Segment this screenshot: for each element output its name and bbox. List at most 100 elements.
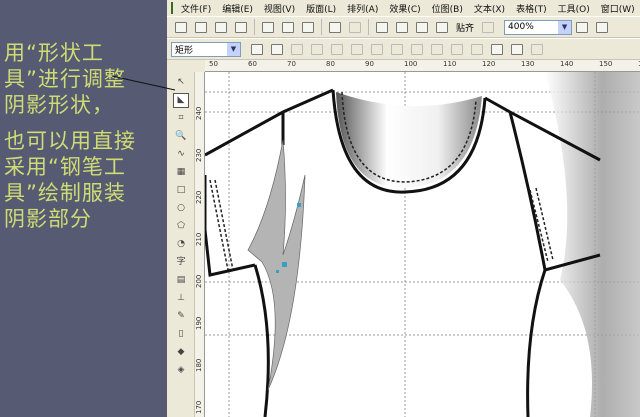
shape-type-value: 矩形	[175, 45, 194, 56]
add-node-icon[interactable]	[251, 43, 263, 55]
divider	[321, 19, 322, 35]
ruler-tick-label: 220	[195, 190, 203, 204]
zoom-level-value: 400%	[508, 22, 534, 32]
zoom-out-icon[interactable]	[596, 21, 609, 33]
ruler-tick-label: 130	[521, 60, 535, 68]
text-tool-icon[interactable]: 字	[173, 255, 189, 270]
menu-view[interactable]: 视图(V)	[264, 2, 295, 15]
symmetrical-node-icon[interactable]	[411, 43, 423, 55]
to-line-icon[interactable]	[331, 43, 343, 55]
standard-toolbar: 贴齐 400% ▼	[167, 16, 640, 38]
ruler-tick-label: 140	[560, 60, 574, 68]
smooth-node-icon[interactable]	[391, 43, 403, 55]
eyedropper-tool-icon[interactable]: ✎	[173, 309, 189, 324]
shape-type-select[interactable]: 矩形 ▼	[171, 41, 241, 57]
ruler-tick-label: 240	[195, 106, 203, 120]
drawing-canvas[interactable]	[205, 72, 640, 417]
ruler-tick-label: 210	[195, 232, 203, 246]
ruler-tick-label: 100	[404, 60, 418, 68]
polygon-tool-icon[interactable]: ⬠	[173, 219, 189, 234]
menu-bar: 文件(F) 编辑(E) 视图(V) 版面(L) 排列(A) 效果(C) 位图(B…	[167, 0, 640, 16]
basic-shapes-tool-icon[interactable]: ◔	[173, 237, 189, 252]
import-icon[interactable]	[376, 21, 388, 33]
menu-text[interactable]: 文本(X)	[474, 2, 505, 15]
freehand-tool-icon[interactable]: ∿	[173, 147, 189, 162]
fabric-image	[545, 72, 640, 417]
smart-fill-tool-icon[interactable]: ▦	[173, 165, 189, 180]
open-icon[interactable]	[195, 21, 207, 33]
menu-bitmaps[interactable]: 位图(B)	[432, 2, 463, 15]
ruler-tick-label: 80	[326, 60, 335, 68]
pick-tool-icon[interactable]: ↖	[173, 75, 189, 90]
cusp-node-icon[interactable]	[371, 43, 383, 55]
ruler-tick-label: 70	[287, 60, 296, 68]
table-tool-icon[interactable]: ▤	[173, 273, 189, 288]
zoom-level-select[interactable]: 400% ▼	[504, 19, 573, 35]
app-logo-icon	[171, 2, 173, 14]
menu-arrange[interactable]: 排列(A)	[347, 2, 378, 15]
ruler-tick-label: 180	[195, 358, 203, 372]
toolbox: ↖ ◣ ⌗ 🔍 ∿ ▦ □ ○ ⬠ ◔ 字 ▤ ⊥ ✎ ▯ ◆ ◈	[167, 72, 195, 417]
welcome-screen-icon[interactable]	[436, 21, 448, 33]
export-icon[interactable]	[396, 21, 408, 33]
application-launcher-icon[interactable]	[416, 21, 428, 33]
menu-edit[interactable]: 编辑(E)	[222, 2, 253, 15]
ruler-tick-label: 90	[365, 60, 374, 68]
rectangle-tool-icon[interactable]: □	[173, 183, 189, 198]
menu-window[interactable]: 窗口(W)	[601, 2, 635, 15]
chevron-down-icon[interactable]: ▼	[227, 42, 240, 56]
menu-table[interactable]: 表格(T)	[516, 2, 547, 15]
zoom-tool-icon[interactable]: 🔍	[173, 129, 189, 144]
dimension-tool-icon[interactable]: ⊥	[173, 291, 189, 306]
save-icon[interactable]	[215, 21, 227, 33]
undo-icon[interactable]	[329, 21, 341, 33]
ruler-tick-label: 200	[195, 274, 203, 288]
zoom-in-icon[interactable]	[576, 21, 589, 33]
rotate-nodes-icon[interactable]	[511, 43, 523, 55]
new-icon[interactable]	[175, 21, 187, 33]
options-icon[interactable]	[482, 21, 495, 33]
print-icon[interactable]	[235, 21, 247, 33]
tshirt-drawing	[205, 72, 640, 417]
fill-tool-icon[interactable]: ◆	[173, 345, 189, 360]
extract-subpath-icon[interactable]	[471, 43, 483, 55]
menu-layout[interactable]: 版面(L)	[306, 2, 336, 15]
join-nodes-icon[interactable]	[291, 43, 303, 55]
to-curve-icon[interactable]	[351, 43, 363, 55]
instruction-note-shape-tool: 用“形状工具”进行调整阴影形状，	[4, 41, 126, 117]
ruler-tick-label: 170	[195, 400, 203, 414]
interactive-fill-tool-icon[interactable]: ◈	[173, 363, 189, 378]
menu-effects[interactable]: 效果(C)	[389, 2, 420, 15]
redo-icon[interactable]	[349, 21, 361, 33]
crop-tool-icon[interactable]: ⌗	[173, 111, 189, 126]
ruler-tick-label: 150	[599, 60, 613, 68]
ellipse-tool-icon[interactable]: ○	[173, 201, 189, 216]
break-curve-icon[interactable]	[311, 43, 323, 55]
cut-icon[interactable]	[262, 21, 274, 33]
horizontal-ruler[interactable]: 5060708090100110120130140150160	[205, 60, 640, 72]
menu-file[interactable]: 文件(F)	[181, 2, 211, 15]
divider	[368, 19, 369, 35]
property-bar: 矩形 ▼	[167, 38, 640, 60]
extend-curve-icon[interactable]	[451, 43, 463, 55]
reverse-direction-icon[interactable]	[431, 43, 443, 55]
outline-tool-icon[interactable]: ▯	[173, 327, 189, 342]
vertical-ruler[interactable]: 240 230 220 210 200 190 180 170	[195, 72, 205, 417]
instruction-note-pen-tool: 也可以用直接采用“钢笔工具”绘制服装阴影部分	[4, 129, 136, 231]
ruler-tick-label: 50	[209, 60, 218, 68]
ruler-tick-label: 110	[443, 60, 457, 68]
ruler-tick-label: 120	[482, 60, 496, 68]
snap-to-dropdown[interactable]: 贴齐	[456, 21, 474, 34]
menu-tools[interactable]: 工具(O)	[558, 2, 590, 15]
copy-icon[interactable]	[282, 21, 294, 33]
ruler-tick-label: 60	[248, 60, 257, 68]
ruler-tick-label: 230	[195, 148, 203, 162]
align-nodes-icon[interactable]	[531, 43, 543, 55]
shape-tool-icon[interactable]: ◣	[173, 93, 189, 108]
chevron-down-icon[interactable]: ▼	[558, 20, 572, 34]
divider	[254, 19, 255, 35]
delete-node-icon[interactable]	[271, 43, 283, 55]
coreldraw-window: 文件(F) 编辑(E) 视图(V) 版面(L) 排列(A) 效果(C) 位图(B…	[167, 0, 640, 417]
stretch-nodes-icon[interactable]	[491, 43, 503, 55]
paste-icon[interactable]	[302, 21, 314, 33]
